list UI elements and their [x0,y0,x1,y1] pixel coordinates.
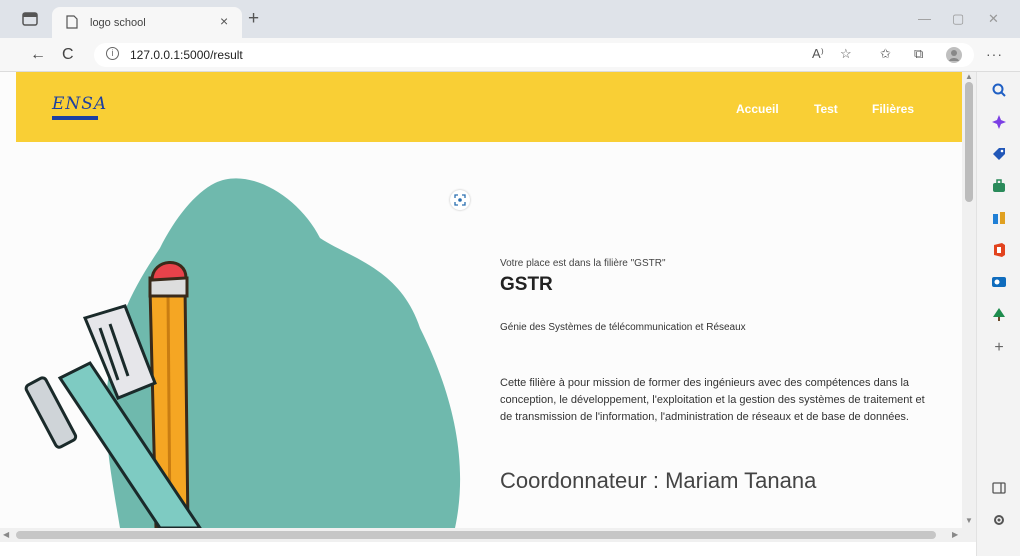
horizontal-scroll-thumb[interactable] [16,531,936,539]
browser-tab[interactable]: logo school × [52,7,242,38]
site-header: ENSA Accueil Test Filières [16,72,962,142]
filiere-description: Cette filière à pour mission de former d… [500,377,925,423]
scroll-down-icon[interactable]: ▼ [965,516,973,525]
search-icon[interactable] [991,82,1007,98]
favorites-bar-icon[interactable]: ✩ [880,47,891,61]
outlook-icon[interactable] [991,274,1007,290]
copilot-icon[interactable] [991,114,1007,130]
more-options-button[interactable]: ··· [986,46,1003,62]
office-icon[interactable] [991,242,1007,258]
hide-sidebar-icon[interactable] [991,480,1007,496]
maximize-button[interactable]: ▢ [952,12,964,26]
page-icon [66,15,78,29]
browser-tab-bar: logo school × + — ▢ ✕ [0,0,1020,38]
shopping-tag-icon[interactable] [991,146,1007,162]
filiere-code: GSTR [500,274,553,295]
profile-avatar-icon[interactable] [946,47,962,63]
ensa-logo[interactable]: ENSA [52,94,106,126]
tab-actions-icon[interactable] [22,12,38,26]
url-text[interactable]: 127.0.0.1:5000/result [130,48,243,62]
tab-title: logo school [90,17,146,29]
filiere-full-name: Génie des Systèmes de télécommunication … [500,322,746,333]
add-icon[interactable]: + [991,340,1007,356]
logo-text: ENSA [52,94,108,114]
vertical-scroll-thumb[interactable] [965,82,973,202]
scroll-right-icon[interactable]: ▶ [952,530,958,539]
edge-sidebar: + [976,72,1020,556]
tree-icon[interactable] [991,306,1007,322]
horizontal-scrollbar[interactable]: ◀ ▶ [0,528,976,542]
nav-filieres[interactable]: Filières [872,102,914,116]
games-icon[interactable] [991,210,1007,226]
read-aloud-icon[interactable]: A⁾ [812,47,824,61]
visual-search-icon [454,194,466,206]
settings-icon[interactable] [991,512,1007,528]
scroll-up-icon[interactable]: ▲ [965,72,973,81]
address-field[interactable]: i 127.0.0.1:5000/result A⁾ ☆ ✩ ⧉ [94,43,974,67]
site-info-icon[interactable]: i [106,47,119,60]
collections-icon[interactable]: ⧉ [914,47,923,61]
page-viewport: ENSA Accueil Test Filières Votre place e… [0,72,962,528]
nav-accueil[interactable]: Accueil [736,102,779,116]
refresh-button[interactable]: C [62,47,74,63]
placement-text: Votre place est dans la filière "GSTR" [500,258,666,269]
coordinator-heading: Coordonnateur : Mariam Tanana [500,468,817,493]
vertical-scrollbar[interactable]: ▲ ▼ [962,72,976,528]
browser-toolbar: ← C i 127.0.0.1:5000/result A⁾ ☆ ✩ ⧉ ··· [0,38,1020,72]
tab-close-icon[interactable]: × [220,13,228,29]
back-button[interactable]: ← [30,47,46,63]
logo-underline [52,116,98,120]
nav-test[interactable]: Test [814,102,838,116]
new-tab-button[interactable]: + [248,9,259,28]
minimize-button[interactable]: — [918,12,931,26]
scroll-left-icon[interactable]: ◀ [3,530,9,539]
result-content: Votre place est dans la filière "GSTR" G… [500,258,940,494]
image-search-button[interactable] [450,190,470,210]
tools-icon[interactable] [991,178,1007,194]
illustration [24,178,461,528]
favorite-icon[interactable]: ☆ [840,47,852,61]
close-window-button[interactable]: ✕ [988,12,999,26]
